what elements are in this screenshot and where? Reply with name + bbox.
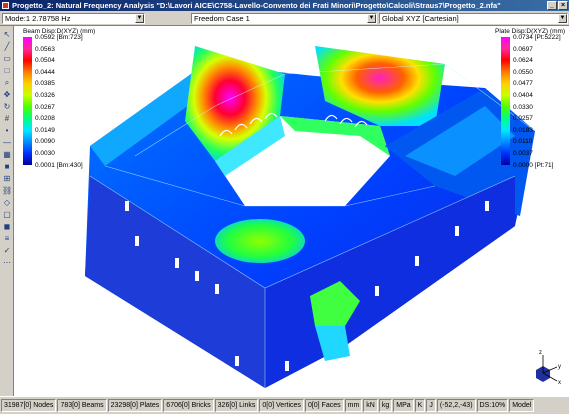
chevron-down-icon[interactable]: ▼ [135,14,144,23]
legend-value-label: 0.0090 [35,138,55,146]
legend-value-label: 0.0030 [35,150,55,157]
legend-value-label: 0.0592 [Bm:723] [35,34,83,41]
status-field: DS:10% [476,399,509,412]
pointer-tool-icon[interactable]: ↖ [2,30,12,40]
legend-value-label: 0.0563 [35,45,55,53]
status-field: J [426,399,436,412]
legend-value-label: 0.0477 [513,80,533,88]
status-field: MPa [393,399,414,412]
status-field: K [414,399,426,412]
legend-value-label: 0.0110 [513,138,533,146]
coordinate-system-value: Global XYZ [Cartesian] [382,14,459,23]
plate-legend: Plate Disp:D(XYZ) (mm) 0.0734 [Pt:5222] 0… [495,28,569,173]
app-icon [2,2,9,9]
left-toolbar: ↖ ╱ ▭ □ ⌕ ✥ ↻ # • — ▦ ■ ⊞ ⛓ ◇ ▢ ◼ ≡ ✓ ⋯ [0,26,14,396]
legend-value-label: 0.0444 [35,68,55,76]
legend-value-label: 0.0326 [35,92,55,99]
status-field: 23298[0] Plates [107,399,163,412]
brick-tool-icon[interactable]: ■ [2,162,12,172]
chevron-down-icon[interactable]: ▼ [558,14,567,23]
status-field: kg [378,399,393,412]
y-axis-label: y [558,364,561,370]
model-viewport[interactable]: z y x Beam Disp:D(XYZ) (mm) 0.0592 [Bm:7… [15,26,569,396]
status-field: 6706[0] Bricks [163,399,214,412]
legend-value-label: 0.0037 [513,150,533,157]
axis-triad: z y x [536,350,561,386]
plate-legend-color-scale [501,37,510,165]
status-field: kN [363,399,378,412]
zoom-tool-icon[interactable]: ⌕ [2,78,12,88]
minimize-button[interactable]: _ [547,1,557,10]
window-title-bar: Progetto_2: Natural Frequency Analysis "… [0,0,569,11]
rotate-tool-icon[interactable]: ↻ [2,102,12,112]
legend-value-label: 0.0330 [513,103,533,111]
mode-select-value: Mode:1 2.78758 Hz [5,14,71,23]
legend-value-label: 0.0257 [513,115,533,123]
legend-value-label: 0.0404 [513,92,533,99]
mesh-tool-icon[interactable]: ⊞ [2,174,12,184]
view-toolbar: Mode:1 2.78758 Hz ▼ Freedom Case 1 ▼ Glo… [0,11,569,26]
status-field: 0[0] Vertices [259,399,304,412]
line-tool-icon[interactable]: ╱ [2,42,12,52]
box-tool-icon[interactable]: □ [2,66,12,76]
legend-value-label: 0.0149 [35,126,55,134]
legend-value-label: 0.0734 [Pt:5222] [513,34,561,41]
z-axis-label: z [539,350,542,356]
solid-tool-icon[interactable]: ◼ [2,222,12,232]
plate-tool-icon[interactable]: ▦ [2,150,12,160]
status-bar: 31987[0] Nodes 783[0] Beams 23298[0] Plate… [0,396,569,414]
freedom-case-value: Freedom Case 1 [194,14,250,23]
check-tool-icon[interactable]: ✓ [2,246,12,256]
status-field: Model [509,399,535,412]
status-field: 31987[0] Nodes [1,399,57,412]
status-field: (-52,2,-43) [436,399,476,412]
status-field: 326[0] Links [214,399,259,412]
legend-value-label: 0.0183 [513,126,533,134]
misc-tool-icon[interactable]: ⋯ [2,258,12,268]
coordinate-system-select[interactable]: Global XYZ [Cartesian] ▼ [379,13,568,24]
legend-value-label: 0.0208 [35,115,55,123]
close-button[interactable]: × [558,1,568,10]
select-tool-icon[interactable]: ▭ [2,54,12,64]
pan-tool-icon[interactable]: ✥ [2,90,12,100]
link-tool-icon[interactable]: ⛓ [2,186,12,196]
node-tool-icon[interactable]: • [2,126,12,136]
beam-legend-color-scale [23,37,32,165]
window-title: Progetto_2: Natural Frequency Analysis "… [12,1,501,10]
legend-value-label: 0.0267 [35,103,55,111]
x-axis-label: x [558,380,561,386]
legend-value-label: 0.0624 [513,57,533,65]
beam-tool-icon[interactable]: — [2,138,12,148]
legend-value-label: 0.0504 [35,57,55,65]
grid-tool-icon[interactable]: # [2,114,12,124]
status-field: mm [344,399,363,412]
legend-value-label: 0.0697 [513,45,533,53]
chevron-down-icon[interactable]: ▼ [367,14,376,23]
beam-legend: Beam Disp:D(XYZ) (mm) 0.0592 [Bm:723] 0.0… [15,28,105,173]
legend-value-label: 0.0385 [35,80,55,88]
mode-select[interactable]: Mode:1 2.78758 Hz ▼ [2,13,145,24]
status-field: 0[0] Faces [304,399,344,412]
result-tool-icon[interactable]: ≡ [2,234,12,244]
status-field: 783[0] Beams [57,399,107,412]
face-tool-icon[interactable]: ▢ [2,210,12,220]
vertex-tool-icon[interactable]: ◇ [2,198,12,208]
legend-value-label: 0.0001 [Bm:430] [35,161,83,169]
freedom-case-select[interactable]: Freedom Case 1 ▼ [191,13,377,24]
legend-value-label: 0.0000 [Pt:71] [513,161,554,169]
central-green-zone [215,219,305,263]
legend-value-label: 0.0550 [513,68,533,76]
